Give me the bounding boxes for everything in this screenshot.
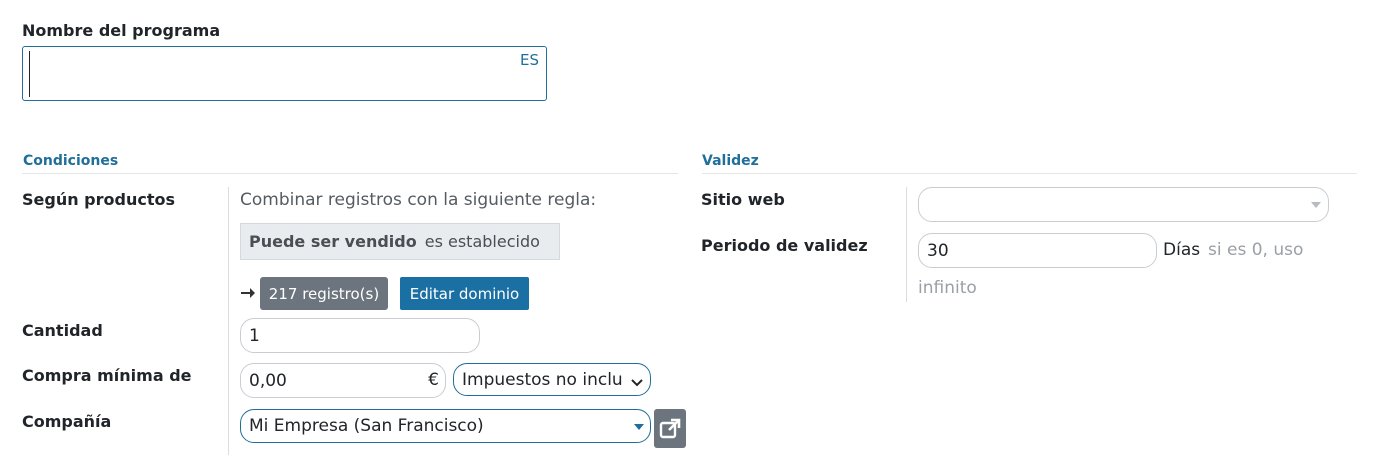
validity-hint-line1: si es 0, uso xyxy=(1208,240,1304,260)
rule-operator: es establecido xyxy=(424,232,540,251)
edit-domain-button[interactable]: Editar dominio xyxy=(400,277,529,310)
domain-rule-box: Puede ser vendido es establecido xyxy=(240,223,560,260)
program-name-input[interactable]: ES xyxy=(22,46,547,101)
min-purchase-label: Compra mínima de xyxy=(22,366,192,385)
validity-hint-line2: infinito xyxy=(918,278,977,298)
arrow-right-icon xyxy=(240,285,256,301)
company-select[interactable]: Mi Empresa (San Francisco) xyxy=(240,409,651,443)
validity-period-input[interactable]: 30 xyxy=(918,233,1157,268)
min-purchase-input[interactable]: 0,00 € xyxy=(240,363,446,398)
validity-divider xyxy=(702,173,1357,174)
min-purchase-value: 0,00 xyxy=(249,370,287,391)
conditions-column-separator xyxy=(228,187,229,455)
language-toggle[interactable]: ES xyxy=(520,51,539,69)
products-label: Según productos xyxy=(22,190,176,209)
validity-period-label: Periodo de validez xyxy=(701,236,868,255)
records-count-button[interactable]: 217 registro(s) xyxy=(260,277,388,310)
chevron-down-icon xyxy=(631,374,643,387)
currency-symbol: € xyxy=(428,370,439,390)
program-name-label: Nombre del programa xyxy=(22,21,221,40)
tax-mode-select[interactable]: Impuestos no inclu xyxy=(453,363,651,396)
company-label: Compañía xyxy=(22,412,112,431)
quantity-input[interactable]: 1 xyxy=(240,318,480,353)
website-label: Sitio web xyxy=(701,190,785,209)
text-cursor xyxy=(29,51,30,97)
caret-down-icon xyxy=(634,424,644,430)
caret-down-icon xyxy=(1311,202,1321,208)
conditions-divider xyxy=(22,173,678,174)
website-select[interactable] xyxy=(918,187,1329,222)
validity-column-separator xyxy=(906,187,907,302)
conditions-section-title: Condiciones xyxy=(23,153,119,169)
tax-mode-value: Impuestos no inclu xyxy=(462,369,623,390)
rule-description: Combinar registros con la siguiente regl… xyxy=(240,190,597,210)
validity-section-title: Validez xyxy=(702,153,759,169)
company-value: Mi Empresa (San Francisco) xyxy=(249,416,484,436)
rule-field: Puede ser vendido xyxy=(249,232,417,251)
external-link-icon[interactable] xyxy=(654,409,686,448)
validity-unit: Días xyxy=(1163,240,1201,260)
quantity-label: Cantidad xyxy=(22,321,103,340)
